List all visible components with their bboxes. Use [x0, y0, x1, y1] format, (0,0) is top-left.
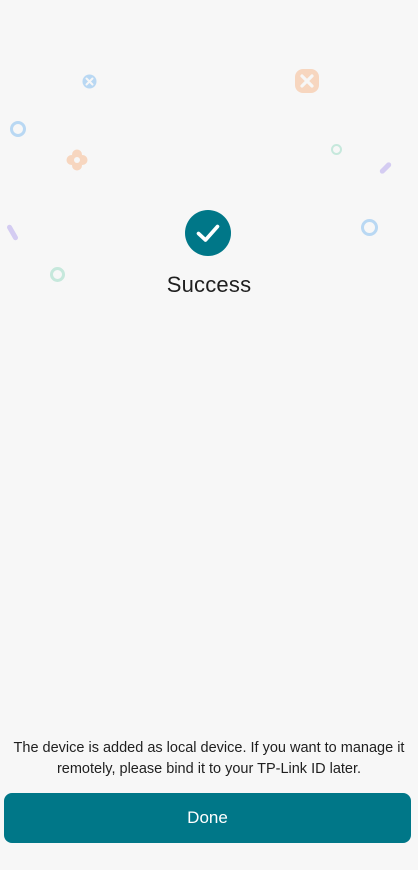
confetti-ring-green-small — [331, 144, 342, 155]
confetti-stick-purple-right — [378, 161, 393, 175]
success-screen: Success The device is added as local dev… — [0, 0, 418, 870]
confetti-x-blue-icon — [82, 74, 97, 89]
done-button[interactable]: Done — [4, 793, 411, 843]
confetti-stick-purple-left — [6, 223, 19, 242]
confetti-ring-blue-left — [10, 121, 26, 137]
confetti-x-orange-icon — [295, 69, 319, 93]
checkmark-icon — [196, 224, 220, 242]
success-check-icon — [185, 210, 231, 256]
success-title: Success — [166, 272, 252, 297]
confetti-ring-blue-right — [361, 219, 378, 236]
local-device-message: The device is added as local device. If … — [13, 740, 405, 777]
confetti-flower-orange-icon — [66, 149, 88, 171]
